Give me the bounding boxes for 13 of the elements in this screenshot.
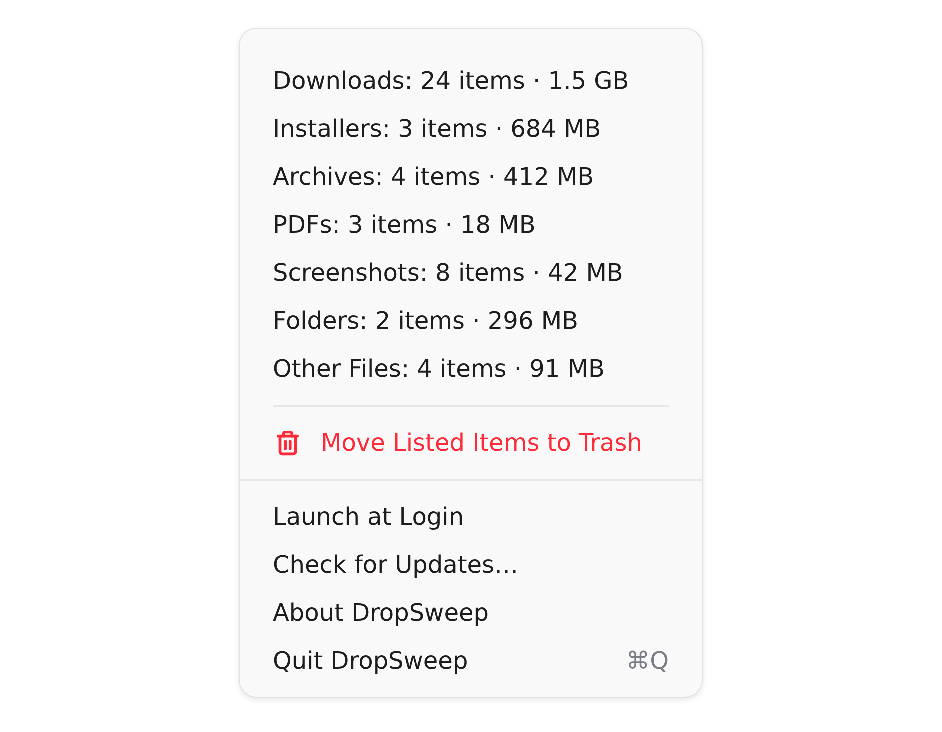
menu-item[interactable]: Check for Updates…: [273, 541, 669, 589]
folder-summary: Installers: 3 items · 684 MB: [273, 115, 602, 143]
menu-item[interactable]: About DropSweep: [273, 589, 669, 637]
folder-summary: Folders: 2 items · 296 MB: [273, 307, 579, 335]
folder-summary: Archives: 4 items · 412 MB: [273, 163, 594, 191]
move-to-trash-item[interactable]: Move Listed Items to Trash: [273, 419, 669, 467]
folder-summary: PDFs: 3 items · 18 MB: [273, 211, 536, 239]
folder-summary: Other Files: 4 items · 91 MB: [273, 355, 606, 383]
menu-item[interactable]: Quit DropSweep ⌘Q: [273, 637, 669, 685]
folder-summary: Screenshots: 8 items · 42 MB: [273, 259, 624, 287]
menu-item[interactable]: Launch at Login: [273, 493, 669, 541]
trash-icon: [276, 430, 300, 456]
folder-summary: Downloads: 24 items · 1.5 GB: [273, 67, 630, 95]
